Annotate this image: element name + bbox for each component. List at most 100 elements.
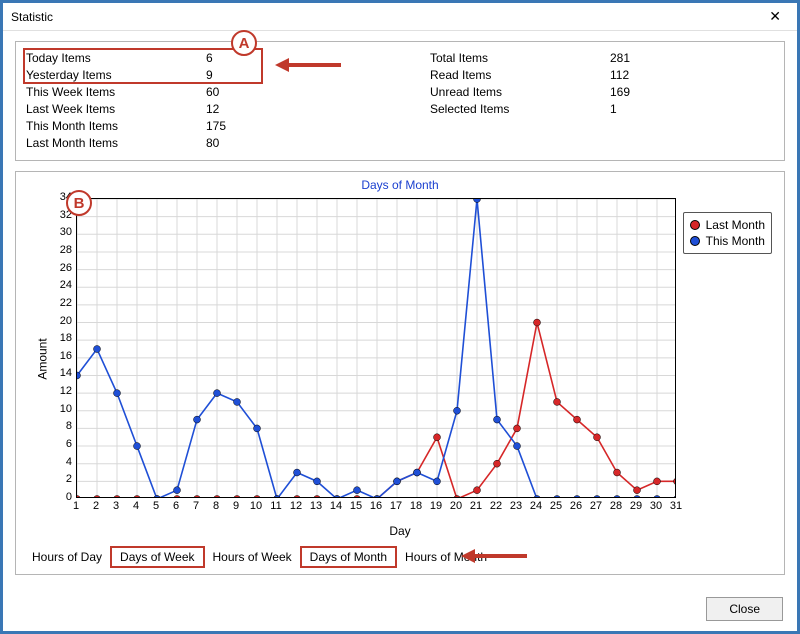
stat-row: Last Week Items12 [26,101,370,118]
stat-row: Last Month Items80 [26,135,370,152]
chart-tab[interactable]: Days of Month [300,546,397,568]
chart-tab[interactable]: Hours of Week [205,548,300,566]
x-tick-label: 24 [528,500,544,512]
close-button[interactable]: Close [706,597,783,621]
stat-row: This Week Items60 [26,84,370,101]
stat-label: Total Items [430,50,610,67]
stat-value: 9 [206,67,266,84]
x-tick-label: 23 [508,500,524,512]
legend-item-this-month: This Month [690,233,765,249]
y-tick-label: 6 [56,438,72,450]
x-tick-label: 17 [388,500,404,512]
stat-value: 60 [206,84,266,101]
stat-label: Unread Items [430,84,610,101]
annotation-badge-b: B [66,190,92,216]
stat-row: This Month Items175 [26,118,370,135]
content-area: Today Items6Yesterday Items9This Week It… [3,31,797,585]
stat-label: Today Items [26,50,206,67]
x-tick-label: 1 [68,500,84,512]
stat-label: Selected Items [430,101,610,118]
y-tick-label: 10 [56,403,72,415]
x-tick-label: 16 [368,500,384,512]
x-tick-label: 15 [348,500,364,512]
x-tick-label: 10 [248,500,264,512]
footer: Close [706,597,783,621]
x-tick-label: 6 [168,500,184,512]
y-tick-label: 18 [56,332,72,344]
x-tick-label: 29 [628,500,644,512]
stat-row: Total Items281 [430,50,774,67]
chart-panel: Days of Month Amount Last Month This Mon… [15,171,785,575]
x-tick-label: 25 [548,500,564,512]
chart-legend: Last Month This Month [683,212,772,254]
x-tick-label: 21 [468,500,484,512]
y-tick-label: 14 [56,367,72,379]
y-tick-label: 30 [56,226,72,238]
legend-dot-icon [690,220,700,230]
x-tick-label: 20 [448,500,464,512]
y-tick-label: 26 [56,262,72,274]
stat-value: 175 [206,118,266,135]
x-tick-label: 26 [568,500,584,512]
x-tick-label: 9 [228,500,244,512]
stat-value: 169 [610,84,670,101]
x-tick-label: 27 [588,500,604,512]
y-tick-label: 28 [56,244,72,256]
stat-label: Read Items [430,67,610,84]
x-tick-label: 22 [488,500,504,512]
chart-tabs: Hours of DayDays of WeekHours of WeekDay… [24,546,776,568]
stat-label: This Week Items [26,84,206,101]
x-tick-label: 19 [428,500,444,512]
chart-tab[interactable]: Days of Week [110,546,204,568]
x-tick-label: 3 [108,500,124,512]
y-tick-label: 20 [56,315,72,327]
x-tick-label: 31 [668,500,684,512]
legend-label: This Month [706,233,765,249]
stat-row: Unread Items169 [430,84,774,101]
chart-area: Amount Last Month This Month B 024681012… [24,194,776,524]
stats-column-right: Total Items281Read Items112Unread Items1… [430,50,774,152]
chart-title: Days of Month [24,178,776,192]
stat-row: Read Items112 [430,67,774,84]
annotation-badge-a: A [231,30,257,56]
legend-label: Last Month [706,217,765,233]
y-tick-label: 2 [56,473,72,485]
x-tick-label: 18 [408,500,424,512]
stat-value: 112 [610,67,670,84]
y-tick-label: 12 [56,385,72,397]
stats-panel: Today Items6Yesterday Items9This Week It… [15,41,785,161]
x-tick-label: 4 [128,500,144,512]
window-title: Statistic [11,10,761,24]
stat-value: 80 [206,135,266,152]
y-tick-label: 24 [56,279,72,291]
stat-value: 1 [610,101,670,118]
x-tick-label: 7 [188,500,204,512]
stat-value: 281 [610,50,670,67]
legend-dot-icon [690,236,700,246]
stat-value: 12 [206,101,266,118]
x-tick-label: 30 [648,500,664,512]
stat-label: Yesterday Items [26,67,206,84]
x-tick-label: 5 [148,500,164,512]
x-tick-label: 14 [328,500,344,512]
x-tick-label: 12 [288,500,304,512]
y-tick-label: 4 [56,456,72,468]
stat-label: Last Week Items [26,101,206,118]
close-icon[interactable]: ✕ [761,8,789,25]
y-axis-label: Amount [36,338,50,379]
annotation-arrow-a [273,55,343,75]
chart-plot [76,198,676,498]
stat-label: Last Month Items [26,135,206,152]
statistic-window: Statistic ✕ Today Items6Yesterday Items9… [0,0,800,634]
x-tick-label: 11 [268,500,284,512]
annotation-arrow-tabs [459,546,529,566]
x-axis-label: Day [24,524,776,538]
x-tick-label: 28 [608,500,624,512]
y-tick-label: 8 [56,420,72,432]
chart-tab[interactable]: Hours of Day [24,548,110,566]
titlebar: Statistic ✕ [3,3,797,31]
stat-label: This Month Items [26,118,206,135]
x-tick-label: 13 [308,500,324,512]
y-tick-label: 22 [56,297,72,309]
x-tick-label: 2 [88,500,104,512]
